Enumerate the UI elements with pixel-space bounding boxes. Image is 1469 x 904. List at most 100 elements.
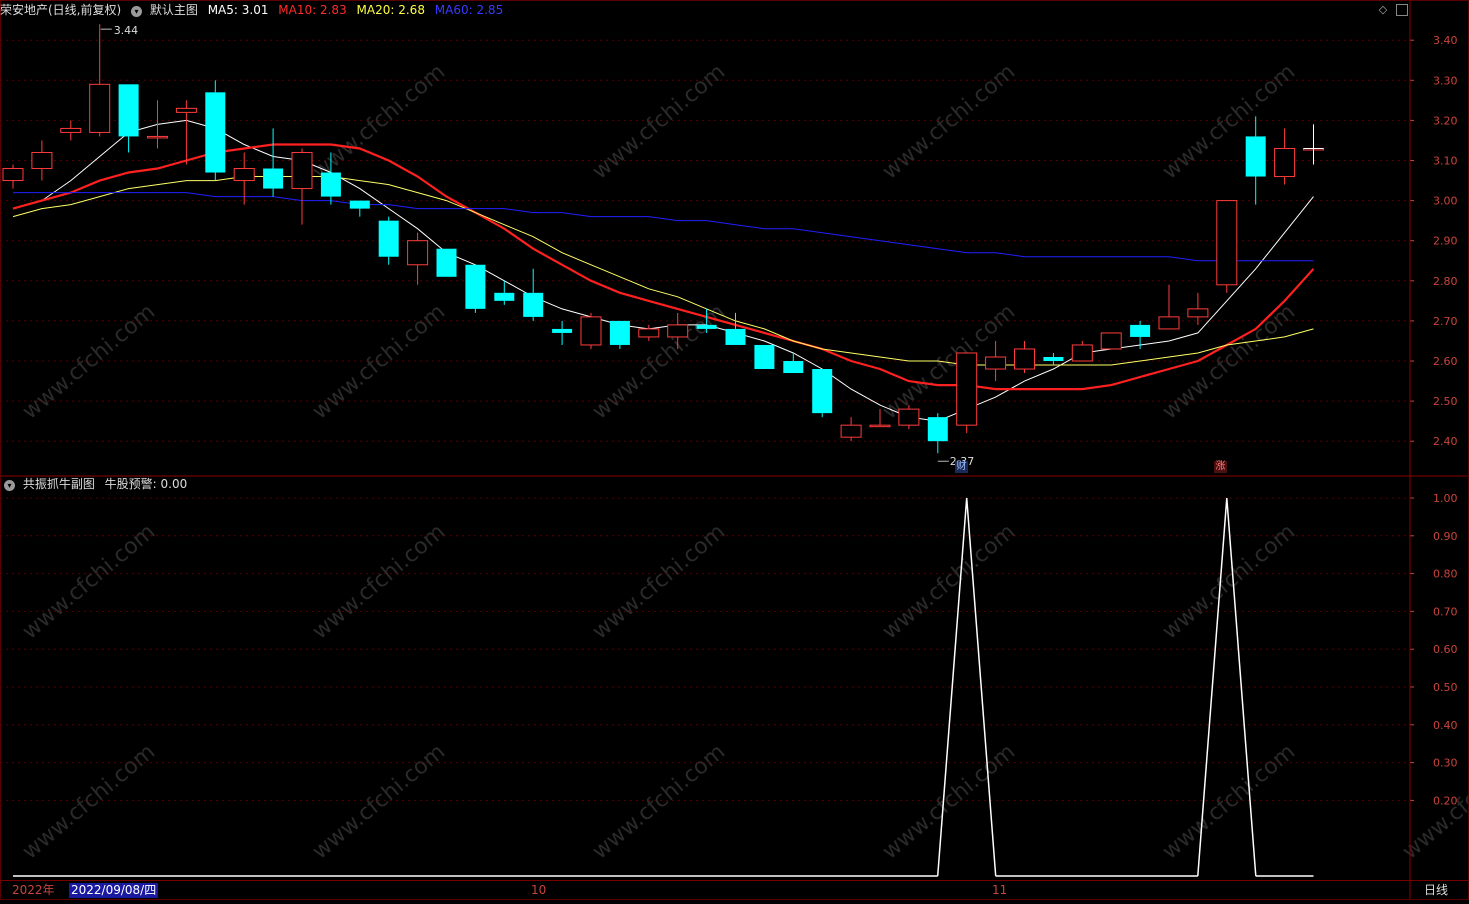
candle[interactable] bbox=[1130, 320, 1151, 349]
price-tick-label: 3.10 bbox=[1433, 155, 1458, 168]
indicator-tick-label: 0.70 bbox=[1433, 605, 1458, 618]
date-bar: 2022年 2022/09/08/四 10 11 日线 bbox=[0, 880, 1469, 901]
candle[interactable] bbox=[1071, 340, 1093, 362]
collapse-circle-icon[interactable]: ▾ bbox=[131, 6, 143, 17]
month-oct-label: 10 bbox=[531, 883, 547, 897]
candle-body-up bbox=[638, 328, 660, 338]
candle[interactable] bbox=[580, 312, 602, 349]
candle-body-up bbox=[1071, 344, 1093, 362]
candle[interactable] bbox=[1100, 332, 1122, 350]
candle[interactable] bbox=[118, 84, 139, 153]
bull-alert-value: 牛股预警: 0.00 bbox=[104, 477, 188, 491]
candle-body-up bbox=[233, 168, 255, 182]
year-label: 2022年 bbox=[12, 883, 55, 897]
stock-chart-canvas[interactable]: www.cfchi.com www.cfchi.com www.cfchi.com w… bbox=[0, 0, 1469, 900]
candle[interactable] bbox=[754, 344, 775, 370]
candle-body-down bbox=[523, 292, 544, 317]
ma20-value: MA20: 2.68 bbox=[356, 3, 425, 17]
finance-marker[interactable]: 财 bbox=[955, 461, 968, 473]
watermark-text: www.cfchi.com bbox=[878, 519, 1020, 644]
indicator-axis: 1.00 0.90 0.80 0.70 0.60 0.50 0.40 0.30 0.20 bbox=[1410, 492, 1458, 807]
diamond-icon[interactable]: ◇ bbox=[1377, 4, 1389, 16]
candle[interactable] bbox=[1216, 200, 1238, 293]
ma10-value: MA10: 2.83 bbox=[278, 3, 347, 17]
candle[interactable] bbox=[985, 340, 1007, 382]
candle[interactable] bbox=[1014, 340, 1035, 374]
price-tick-label: 2.80 bbox=[1433, 275, 1458, 288]
candle-body-down bbox=[696, 324, 717, 329]
candle-body-up bbox=[1158, 316, 1180, 330]
candle[interactable] bbox=[1158, 284, 1180, 330]
watermark-text: www.cfchi.com bbox=[18, 299, 160, 424]
price-tick-label: 3.20 bbox=[1433, 114, 1458, 127]
candle[interactable] bbox=[552, 320, 573, 345]
indicator-tick-label: 0.20 bbox=[1433, 794, 1458, 807]
watermark-text: www.cfchi.com bbox=[878, 739, 1020, 864]
candle[interactable] bbox=[349, 200, 370, 217]
candle-body-down bbox=[263, 168, 284, 189]
candle[interactable] bbox=[1274, 128, 1296, 185]
candle[interactable] bbox=[263, 128, 284, 197]
candle[interactable] bbox=[1043, 352, 1064, 366]
candle[interactable] bbox=[31, 140, 53, 181]
period-label[interactable]: 日线 bbox=[1424, 881, 1448, 900]
candle-body-down bbox=[378, 220, 399, 257]
candle-body-up bbox=[2, 168, 24, 182]
indicator-tick-label: 0.80 bbox=[1433, 568, 1458, 581]
watermark-text: www.cfchi.com bbox=[1158, 739, 1300, 864]
stock-title[interactable]: 荣安地产(日线,前复权) bbox=[0, 3, 121, 17]
panel-toggle-icon[interactable] bbox=[1396, 4, 1408, 16]
candle[interactable] bbox=[436, 248, 457, 277]
candle-body-up bbox=[869, 424, 891, 428]
candle[interactable] bbox=[638, 324, 660, 341]
candle[interactable] bbox=[205, 80, 226, 181]
watermark-text: www.cfchi.com bbox=[588, 59, 730, 184]
limit-up-marker[interactable]: 涨 bbox=[1214, 461, 1227, 473]
bull-alert-line bbox=[13, 497, 1314, 877]
candle-body-down bbox=[552, 328, 573, 333]
candle[interactable] bbox=[2, 164, 24, 189]
chart-annotations: 3.44 2.37 bbox=[100, 24, 974, 468]
candle[interactable] bbox=[291, 148, 313, 225]
candle[interactable] bbox=[840, 417, 862, 442]
candle[interactable] bbox=[175, 100, 197, 165]
candle[interactable] bbox=[60, 120, 82, 141]
candle[interactable] bbox=[956, 352, 978, 434]
candle[interactable] bbox=[1245, 116, 1266, 205]
candle[interactable] bbox=[465, 264, 486, 313]
candle-body-up bbox=[291, 151, 313, 190]
candle[interactable] bbox=[783, 352, 804, 374]
candle-body-up bbox=[985, 356, 1007, 370]
indicator-tick-label: 0.90 bbox=[1433, 530, 1458, 543]
candle[interactable] bbox=[378, 216, 399, 265]
indicator-series bbox=[13, 497, 1314, 877]
collapse-circle-icon[interactable]: ▾ bbox=[4, 480, 15, 491]
candle[interactable] bbox=[609, 320, 630, 349]
price-tick-label: 3.00 bbox=[1433, 195, 1458, 208]
ma5-value: MA5: 3.01 bbox=[207, 3, 269, 17]
candle-body-up bbox=[1100, 332, 1122, 350]
candle-body-up bbox=[31, 151, 53, 170]
main-chart-label[interactable]: 默认主图 bbox=[150, 3, 198, 17]
candle-body-up bbox=[1274, 147, 1296, 178]
candle[interactable] bbox=[407, 232, 429, 285]
candle-body-down bbox=[754, 344, 775, 370]
candlestick-series[interactable] bbox=[2, 24, 1324, 454]
candle[interactable] bbox=[89, 24, 111, 137]
candle-body-down bbox=[118, 84, 139, 137]
candle[interactable] bbox=[147, 100, 168, 149]
candle[interactable] bbox=[523, 268, 544, 321]
candle-body-up bbox=[898, 408, 920, 426]
price-axis: 3.40 3.30 3.20 3.10 3.00 2.90 2.80 2.70 2.60 2.50… bbox=[1410, 34, 1458, 448]
candle[interactable] bbox=[812, 369, 833, 418]
indicator-name[interactable]: 共振抓牛副图 bbox=[23, 477, 95, 491]
watermark-text: www.cfchi.com bbox=[308, 739, 450, 864]
candle[interactable] bbox=[898, 405, 920, 430]
candle-body-up bbox=[1216, 200, 1238, 286]
candle[interactable] bbox=[927, 413, 948, 454]
candle-body-down bbox=[812, 369, 833, 414]
month-nov-label: 11 bbox=[992, 883, 1008, 897]
candle-body-up bbox=[89, 83, 111, 133]
watermark-text: www.cfchi.com bbox=[308, 299, 450, 424]
candle[interactable] bbox=[1187, 292, 1209, 325]
